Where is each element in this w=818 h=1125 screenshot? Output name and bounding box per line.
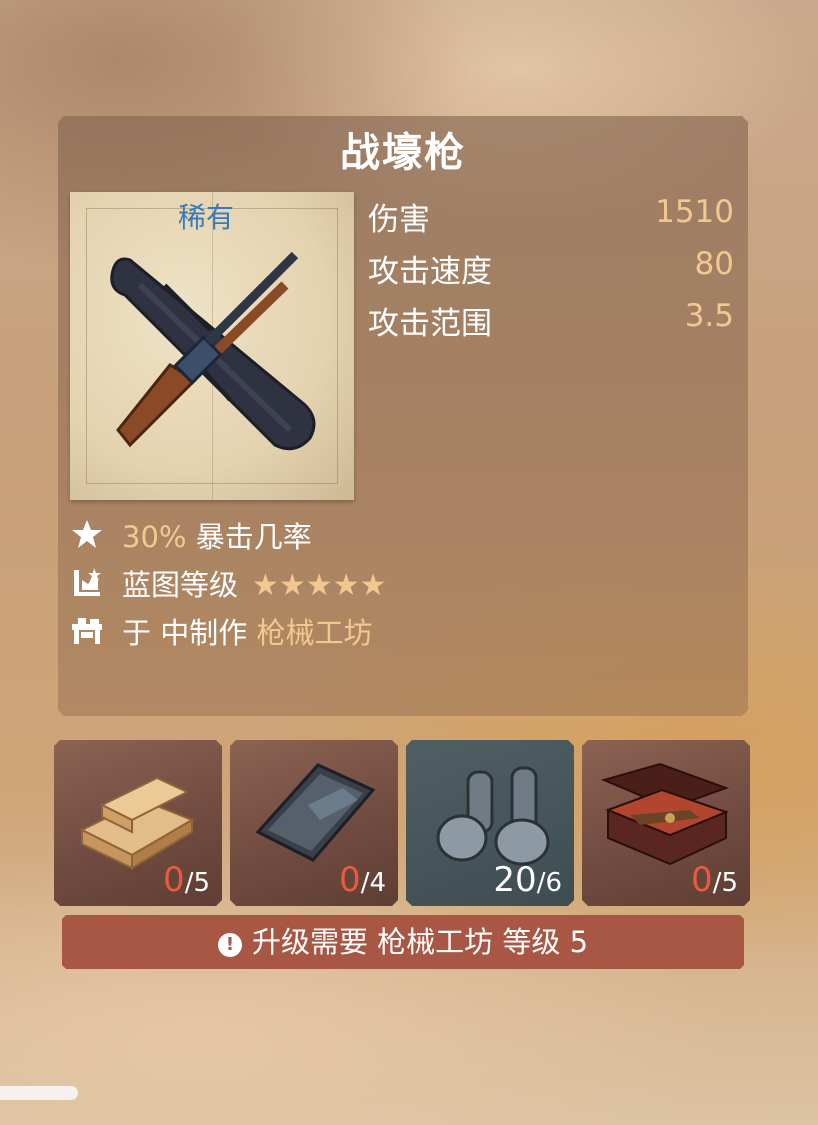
blueprint-level-text: 蓝图等级 ★★★★★: [122, 562, 387, 604]
material-need: /5: [712, 868, 738, 898]
material-need: /5: [184, 868, 210, 898]
crafted-at-row: 于 中制作 枪械工坊: [70, 608, 670, 656]
crit-chance-row: 30% 暴击几率: [70, 512, 670, 560]
upgrade-requirement-text: 升级需要 枪械工坊 等级 5: [251, 925, 589, 959]
item-info-list: 30% 暴击几率 蓝图等级 ★★★★★ 于 中制作 枪械工坊: [70, 512, 670, 656]
stat-label: 伤害: [368, 202, 430, 238]
stat-row-damage: 伤害 1510: [368, 192, 734, 244]
material-have: 20: [493, 860, 537, 900]
material-count: 20/6: [493, 860, 562, 900]
blueprint-icon: [74, 568, 101, 596]
material-slot-weapon-parts[interactable]: 0/5: [582, 740, 750, 906]
crafted-at-prefix: 于 中制作: [122, 616, 248, 650]
alert-icon: !: [218, 933, 242, 957]
stat-row-attack-speed: 攻击速度 80: [368, 244, 734, 296]
stats-list: 伤害 1510 攻击速度 80 攻击范围 3.5: [368, 192, 734, 348]
crit-chance-value: 30%: [122, 520, 187, 554]
material-slot-metal[interactable]: 0/4: [230, 740, 398, 906]
material-count: 0/5: [691, 860, 738, 900]
blueprint-level-row: 蓝图等级 ★★★★★: [70, 560, 670, 608]
stat-value: 80: [694, 246, 734, 282]
material-need: /4: [360, 868, 386, 898]
material-count: 0/4: [339, 860, 386, 900]
material-have: 0: [339, 860, 361, 900]
star-icon: [72, 520, 102, 548]
material-slot-rivets[interactable]: 20/6: [406, 740, 574, 906]
upgrade-requirement-banner: ! 升级需要 枪械工坊 等级 5: [62, 915, 744, 969]
material-count: 0/5: [163, 860, 210, 900]
workbench-icon: [72, 618, 102, 644]
wood-planks-icon: [72, 760, 202, 870]
stat-value: 1510: [655, 194, 734, 230]
material-slot-wood[interactable]: 0/5: [54, 740, 222, 906]
crit-chance-text: 30% 暴击几率: [122, 514, 312, 556]
upgrade-requirement-inner: ! 升级需要 枪械工坊 等级 5: [62, 915, 744, 969]
blueprint-stars: ★★★★★: [252, 568, 387, 603]
item-title: 战壕枪: [340, 130, 466, 176]
weapon-parts-case-icon: [600, 760, 730, 870]
stat-label: 攻击速度: [368, 254, 492, 290]
stat-value: 3.5: [684, 298, 734, 334]
material-have: 0: [691, 860, 713, 900]
stat-label: 攻击范围: [368, 306, 492, 342]
material-have: 0: [163, 860, 185, 900]
crafted-at-text: 于 中制作 枪械工坊: [122, 610, 372, 652]
crit-chance-label: 暴击几率: [195, 520, 312, 554]
trench-gun-icon: [110, 251, 316, 451]
metal-ingot-icon: [248, 760, 378, 870]
scroll-handle[interactable]: [0, 1086, 78, 1100]
stat-row-attack-range: 攻击范围 3.5: [368, 296, 734, 348]
blueprint-level-label: 蓝图等级: [122, 568, 239, 602]
material-need: /6: [536, 868, 562, 898]
rivets-icon: [424, 760, 554, 870]
crafted-at-place[interactable]: 枪械工坊: [256, 616, 372, 650]
